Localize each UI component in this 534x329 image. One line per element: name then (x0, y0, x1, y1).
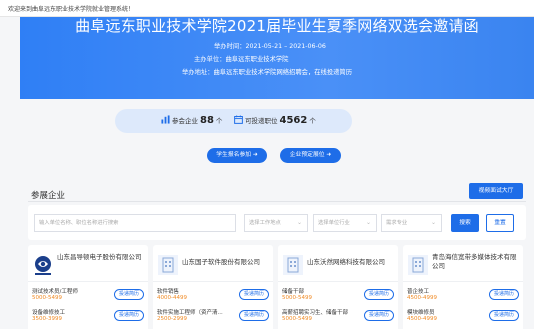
building-icon (158, 255, 178, 275)
job-salary: 5000-5499 (282, 316, 312, 322)
event-address-label: 举办地址： (182, 69, 214, 76)
calendar-icon (234, 115, 243, 124)
major-select-placeholder: 需求专业 (386, 220, 408, 226)
top-bar: 欢迎来到曲阜远东职业技术学院就业管理系统！ (0, 0, 534, 17)
location-select[interactable]: 选择工作地点 ⌄ (244, 214, 308, 232)
bar-chart-icon (161, 115, 170, 124)
company-card[interactable]: 山东国子软件股份有限公司 软件销售 4000-4499 投递简历 软件实施工程师… (153, 245, 273, 329)
event-address-value: 曲阜远东职业技术学院网络招聘会，在线投递简历 (213, 69, 353, 76)
major-select[interactable]: 需求专业 ⌄ (381, 214, 442, 232)
job-title[interactable]: 设备维修技工 (32, 308, 65, 316)
resumes-unit: 个 (309, 117, 316, 125)
apply-button[interactable]: 投递简历 (114, 289, 144, 300)
job-title[interactable]: 软件销售 (157, 287, 179, 295)
job-salary: 4000-4499 (157, 295, 187, 301)
apply-button[interactable]: 投递简历 (364, 289, 394, 300)
job-title[interactable]: 模块维修员 (407, 308, 435, 316)
stats-bar: 参会企业 88 个 可投递职位 4562 个 (115, 109, 352, 133)
apply-button[interactable]: 投递简历 (114, 310, 144, 321)
apply-button[interactable]: 投递简历 (489, 310, 519, 321)
building-icon (283, 255, 303, 275)
apply-button[interactable]: 投递简历 (364, 310, 394, 321)
card-divider (153, 281, 273, 282)
welcome-text: 欢迎来到曲阜远东职业技术学院就业管理系统！ (8, 6, 135, 13)
event-title: 曲阜远东职业技术学院2021届毕业生夏季网络双选会邀请函 (75, 17, 479, 35)
event-time: 举办时间：2021-05-21 – 2021-06-06 (214, 41, 326, 50)
company-name[interactable]: 山东沃然网络科技有限公司 (307, 258, 395, 267)
video-interview-button[interactable]: 视频面试大厅 (469, 183, 523, 199)
student-signup-button[interactable]: 学生报名参加 ➜ (207, 148, 267, 163)
location-select-placeholder: 选择工作地点 (249, 220, 281, 226)
apply-button[interactable]: 投递简历 (239, 310, 269, 321)
company-card[interactable]: 山东沃然网络科技有限公司 储备干部 5000-5499 投递简历 高薪招聘实习生… (278, 245, 398, 329)
event-time-value: 2021-05-21 – 2021-06-06 (245, 43, 326, 50)
job-salary: 4500-4999 (407, 295, 437, 301)
job-title[interactable]: 高薪招聘实习生、储备干部 (282, 308, 348, 316)
event-banner: 曲阜远东职业技术学院2021届毕业生夏季网络双选会邀请函 举办时间：2021-0… (20, 17, 534, 99)
resumes-count: 4562 (279, 115, 308, 126)
event-host-label: 主办单位： (194, 56, 226, 63)
card-divider (278, 281, 398, 282)
chevron-down-icon: ⌄ (430, 219, 436, 226)
event-time-label: 举办时间： (214, 43, 246, 50)
company-name[interactable]: 山东国子软件股份有限公司 (182, 258, 270, 267)
filter-bar: 输入单位名称、职位名称进行搜索 选择工作地点 ⌄ 选择单位行业 ⌄ 需求专业 ⌄… (28, 205, 526, 240)
job-salary: 4500-4999 (407, 316, 437, 322)
company-name[interactable]: 青岛海信宽带多媒体技术有限公司 (432, 253, 520, 271)
resumes-label: 可投递职位 (245, 117, 278, 125)
section-title: 参展企业 (31, 191, 66, 201)
company-card[interactable]: 青岛海信宽带多媒体技术有限公司 普企技工 4500-4999 投递简历 模块维修… (403, 245, 523, 329)
apply-button[interactable]: 投递简历 (239, 289, 269, 300)
job-item: 测试技术员/工程师 5000-5499 投递简历 (32, 287, 144, 307)
resumes-stat: 可投递职位 4562 个 (234, 115, 316, 126)
companies-stat: 参会企业 88 个 (161, 115, 222, 126)
job-item: 软件实施工程师（资产清... 2500-2999 投递简历 (157, 308, 269, 328)
building-icon (408, 255, 428, 275)
chevron-down-icon: ⌄ (365, 219, 371, 226)
job-title[interactable]: 软件实施工程师（资产清... (157, 308, 223, 316)
section-divider (28, 201, 526, 202)
event-host: 主办单位：曲阜远东职业技术学院 (194, 54, 288, 63)
job-item: 普企技工 4500-4999 投递简历 (407, 287, 519, 307)
company-card[interactable]: 山东昌导顿电子股份有限公司 测试技术员/工程师 5000-5499 投递简历 设… (28, 245, 148, 329)
job-salary: 3500-3999 (32, 316, 62, 322)
company-logo (35, 256, 51, 275)
job-title[interactable]: 储备干部 (282, 287, 304, 295)
reset-button[interactable]: 重置 (486, 214, 514, 232)
search-button[interactable]: 搜索 (451, 214, 479, 232)
companies-unit: 个 (215, 117, 223, 125)
job-salary: 5000-5499 (282, 295, 312, 301)
job-item: 高薪招聘实习生、储备干部 5000-5499 投递简历 (282, 308, 394, 328)
industry-select[interactable]: 选择单位行业 ⌄ (313, 214, 377, 232)
job-title[interactable]: 普企技工 (407, 287, 429, 295)
apply-button[interactable]: 投递简历 (489, 289, 519, 300)
chevron-down-icon: ⌄ (296, 219, 302, 226)
job-salary: 5000-5499 (32, 295, 62, 301)
job-item: 设备维修技工 3500-3999 投递简历 (32, 308, 144, 328)
job-item: 模块维修员 4500-4999 投递简历 (407, 308, 519, 328)
industry-select-placeholder: 选择单位行业 (318, 220, 350, 226)
card-divider (403, 281, 523, 282)
job-salary: 2500-2999 (157, 316, 187, 322)
job-item: 储备干部 5000-5499 投递简历 (282, 287, 394, 307)
card-divider (28, 281, 148, 282)
company-booth-button[interactable]: 企业预定展位 ➜ (280, 148, 341, 163)
keyword-search-input[interactable]: 输入单位名称、职位名称进行搜索 (34, 214, 236, 232)
event-host-value: 曲阜远东职业技术学院 (225, 56, 289, 63)
job-item: 软件销售 4000-4499 投递简历 (157, 287, 269, 307)
companies-count: 88 (200, 115, 214, 126)
event-address: 举办地址：曲阜远东职业技术学院网络招聘会，在线投递简历 (182, 67, 352, 76)
company-name[interactable]: 山东昌导顿电子股份有限公司 (57, 253, 145, 262)
job-title[interactable]: 测试技术员/工程师 (32, 287, 78, 295)
companies-label: 参会企业 (172, 117, 198, 125)
